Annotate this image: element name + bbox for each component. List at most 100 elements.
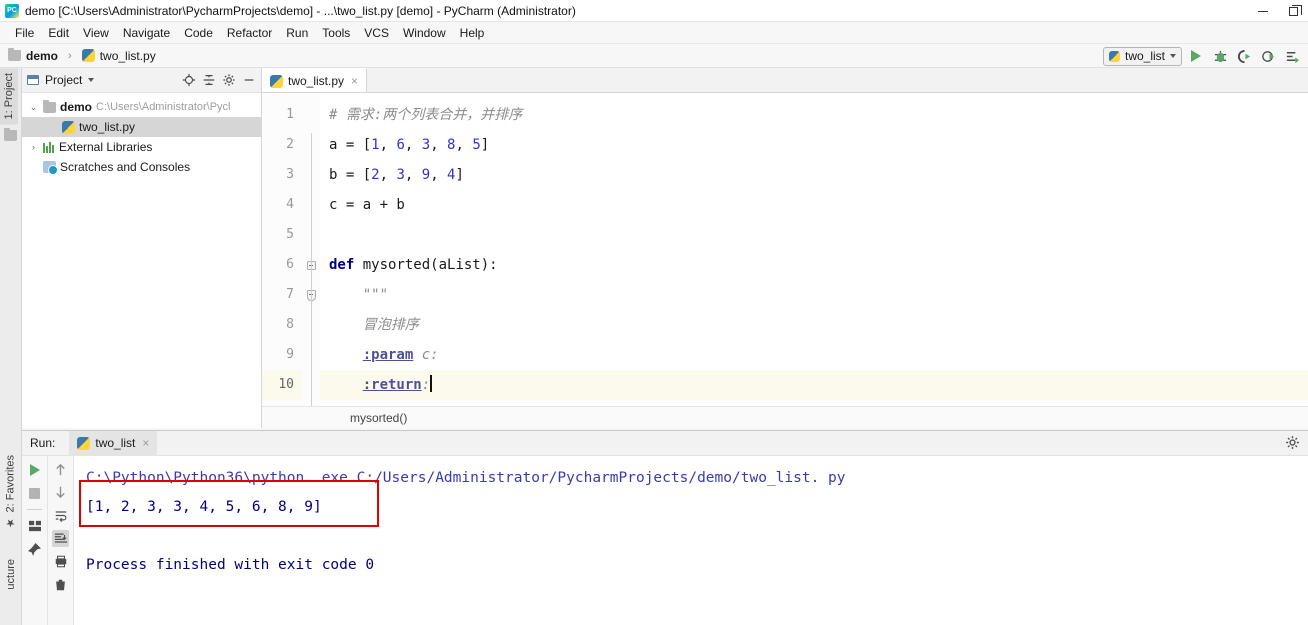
menu-vcs[interactable]: VCS — [357, 24, 396, 42]
run-toolbar: two_list — [1102, 44, 1302, 68]
down-button[interactable] — [52, 484, 69, 501]
sidebar-tab-project[interactable]: 1: Project — [0, 68, 18, 125]
menu-code[interactable]: Code — [177, 24, 220, 42]
console-output[interactable]: C:\Python\Python36\python. exe C:/Users/… — [74, 456, 1308, 625]
python-file-icon — [270, 74, 283, 88]
code-assign-b: b = [ — [329, 167, 372, 183]
project-tree: ⌄ demo C:\Users\Administrator\Pycl two_l… — [22, 93, 261, 181]
code-line-6: def mysorted(aList): — [320, 250, 1308, 280]
line-number: 2 — [286, 137, 294, 152]
sep: , — [404, 167, 422, 183]
print-button[interactable] — [52, 553, 69, 570]
code-line-10: :return: — [320, 370, 1308, 400]
console-status-line: Process finished with exit code 0 — [86, 557, 375, 573]
run-icon — [1191, 50, 1201, 62]
fold-gutter[interactable] — [302, 93, 320, 406]
gear-icon[interactable] — [222, 73, 236, 87]
menu-edit[interactable]: Edit — [41, 24, 76, 42]
python-file-icon — [77, 436, 91, 450]
print-icon — [55, 555, 66, 568]
sep: ] — [480, 137, 490, 153]
stop-button[interactable] — [26, 485, 43, 502]
breadcrumb: demo › two_list.py — [8, 48, 156, 63]
breadcrumb-file[interactable]: two_list.py — [100, 49, 156, 63]
tree-label-two-list-py: two_list.py — [79, 120, 136, 134]
code-editor[interactable]: 1 2 3 4 5 6 7 8 9 10 # 需求:两个列表合并，并排序 a =… — [262, 93, 1308, 406]
menu-view[interactable]: View — [76, 24, 116, 42]
soft-wrap-button[interactable] — [52, 507, 69, 524]
run-tab-two-list[interactable]: two_list × — [69, 430, 158, 456]
line-number: 5 — [286, 227, 294, 242]
hide-icon[interactable] — [242, 73, 256, 87]
locate-icon[interactable] — [182, 73, 196, 87]
editor-tab-label: two_list.py — [288, 74, 345, 88]
up-button[interactable] — [52, 461, 69, 478]
editor-tab-two-list-py[interactable]: two_list.py × — [262, 68, 368, 92]
project-panel-title: Project — [45, 73, 83, 87]
chevron-collapsed-icon[interactable]: › — [28, 142, 39, 152]
scroll-to-end-button[interactable] — [52, 530, 69, 547]
python-file-icon — [81, 49, 95, 62]
code-text[interactable]: # 需求:两个列表合并，并排序 a = [1, 6, 3, 8, 5] b = … — [320, 93, 1308, 406]
tree-row-external-libraries[interactable]: › External Libraries — [22, 137, 261, 157]
breadcrumb-function[interactable]: mysorted() — [350, 411, 407, 425]
run-configuration-selector[interactable]: two_list — [1102, 46, 1182, 66]
chevron-down-icon — [1170, 54, 1176, 58]
sidebar-tab-structure[interactable]: ucture — [2, 554, 20, 595]
project-window-icon — [27, 75, 39, 85]
debug-button[interactable] — [1210, 46, 1230, 66]
gear-icon[interactable] — [1284, 435, 1300, 451]
sep: , — [430, 137, 448, 153]
coverage-button[interactable] — [1234, 46, 1254, 66]
clear-all-button[interactable] — [52, 576, 69, 593]
tree-row-demo[interactable]: ⌄ demo C:\Users\Administrator\Pycl — [22, 97, 261, 117]
menu-refactor[interactable]: Refactor — [220, 24, 279, 42]
profile-button[interactable] — [1258, 46, 1278, 66]
title-bar: demo [C:\Users\Administrator\PycharmProj… — [0, 0, 1308, 22]
restore-button[interactable] — [1278, 0, 1308, 22]
code-line-4: c = a + b — [329, 197, 405, 213]
sidebar-tab-favorites[interactable]: ★ 2: Favorites — [1, 450, 20, 534]
code-func-signature: mysorted(aList): — [354, 257, 498, 273]
run-window-body: C:\Python\Python36\python. exe C:/Users/… — [22, 456, 1308, 625]
line-number: 8 — [286, 317, 294, 332]
collapse-all-icon[interactable] — [202, 73, 216, 87]
chevron-down-icon[interactable] — [88, 78, 95, 82]
window-controls — [1248, 0, 1308, 22]
stop-icon — [29, 488, 40, 499]
close-icon[interactable]: × — [351, 74, 358, 88]
scratch-icon — [43, 161, 58, 175]
run-with-params-button[interactable] — [1282, 46, 1302, 66]
menu-help[interactable]: Help — [453, 24, 492, 42]
menu-window[interactable]: Window — [396, 24, 453, 42]
soft-wrap-icon — [55, 511, 66, 522]
breadcrumb-separator: › — [68, 49, 72, 62]
rerun-button[interactable] — [26, 461, 43, 478]
pin-icon — [28, 543, 41, 556]
chevron-expanded-icon[interactable]: ⌄ — [28, 102, 39, 113]
line-number: 7 — [286, 287, 294, 302]
run-button[interactable] — [1186, 46, 1206, 66]
python-file-icon — [62, 120, 75, 134]
num: 2 — [371, 167, 380, 183]
num: 3 — [421, 137, 431, 153]
up-arrow-icon — [56, 463, 65, 476]
breadcrumb-project[interactable]: demo — [26, 49, 58, 63]
close-icon[interactable]: × — [142, 436, 149, 450]
tree-row-two-list-py[interactable]: two_list.py — [22, 117, 261, 137]
view-layout-button[interactable] — [26, 517, 43, 534]
line-number: 3 — [286, 167, 294, 182]
run-tool-window: Run: two_list × C:\Python\Python36\pytho… — [22, 430, 1308, 625]
menu-navigate[interactable]: Navigate — [116, 24, 177, 42]
menu-tools[interactable]: Tools — [315, 24, 357, 42]
menu-file[interactable]: File — [8, 24, 41, 42]
folder-icon — [8, 48, 21, 61]
line-number: 6 — [286, 257, 294, 272]
sep: , — [404, 137, 422, 153]
text-caret — [430, 375, 432, 392]
scroll-to-end-icon — [54, 533, 67, 543]
menu-run[interactable]: Run — [279, 24, 315, 42]
minimize-button[interactable] — [1248, 0, 1278, 22]
pin-button[interactable] — [26, 541, 43, 558]
tree-row-scratches[interactable]: Scratches and Consoles — [22, 157, 261, 177]
